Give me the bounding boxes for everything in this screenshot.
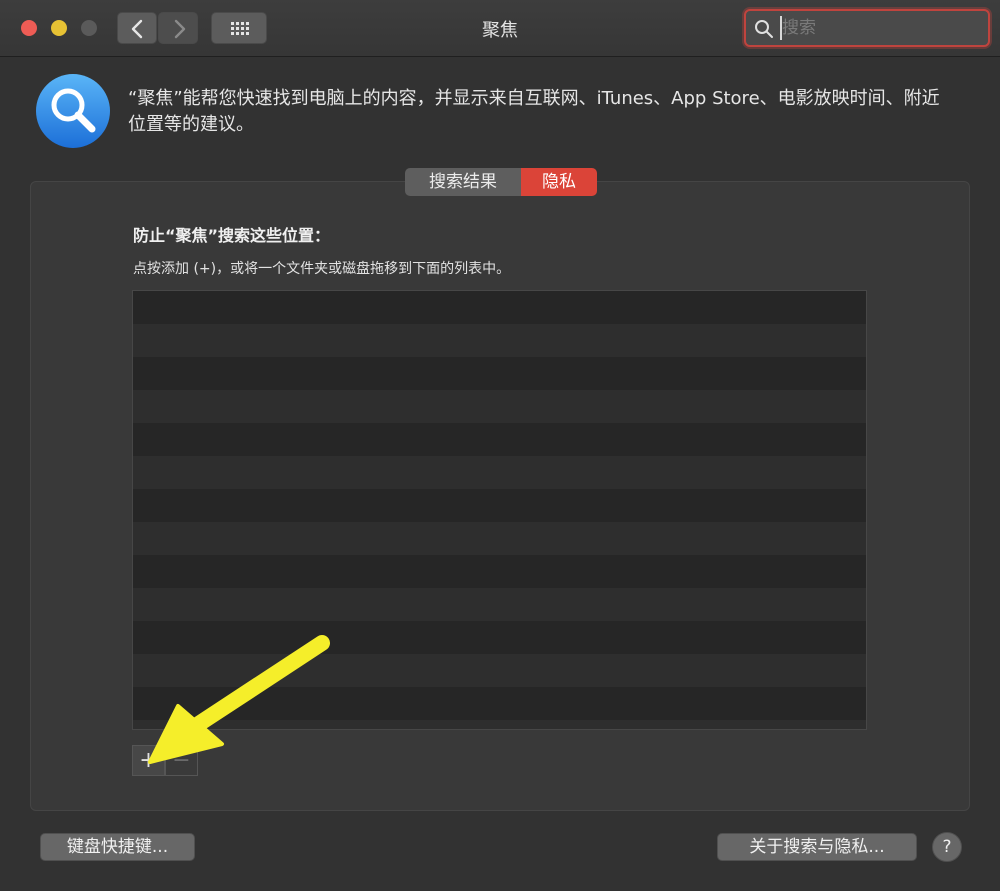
plus-icon: + [139,748,158,773]
tab-search-results[interactable]: 搜索结果 [405,168,521,196]
title-bar: 聚焦 [0,0,1000,57]
list-row [133,324,866,357]
privacy-hint: 点按添加 (+)，或将一个文件夹或磁盘拖移到下面的列表中。 [133,261,511,277]
keyboard-shortcuts-button[interactable]: 键盘快捷键... [40,833,195,861]
search-icon [755,20,773,38]
about-search-privacy-button[interactable]: 关于搜索与隐私... [717,833,917,861]
list-row [133,489,866,522]
excluded-locations-list[interactable] [132,290,867,730]
list-row [133,291,866,324]
minus-icon: − [172,748,191,773]
help-button[interactable]: ? [932,832,962,862]
list-row [133,555,866,588]
list-row [133,588,866,621]
list-row [133,654,866,687]
tab-group: 搜索结果 隐私 [405,168,597,196]
list-row [133,621,866,654]
list-row [133,423,866,456]
add-location-button[interactable]: + [132,745,165,776]
list-row [133,456,866,489]
spotlight-magnifier-icon [36,74,110,148]
search-field[interactable] [744,9,990,47]
tab-privacy[interactable]: 隐私 [521,168,597,196]
search-input[interactable] [780,16,982,40]
list-row [133,720,866,729]
list-row [133,687,866,720]
privacy-heading: 防止“聚焦”搜索这些位置： [133,226,331,245]
spotlight-description: “聚焦”能帮您快速找到电脑上的内容，并显示来自互联网、iTunes、App St… [128,88,940,135]
remove-location-button[interactable]: − [165,745,198,776]
list-row [133,390,866,423]
list-row [133,522,866,555]
list-row [133,357,866,390]
